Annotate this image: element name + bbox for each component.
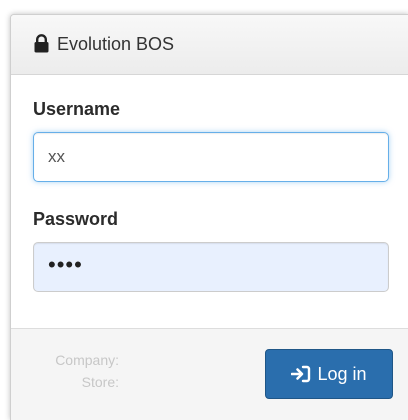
session-info: Company: Store: bbox=[33, 349, 119, 393]
login-button[interactable]: Log in bbox=[265, 349, 393, 399]
login-button-label: Log in bbox=[317, 363, 367, 384]
app-title: Evolution BOS bbox=[57, 34, 175, 54]
password-label: Password bbox=[33, 209, 119, 229]
username-input[interactable]: xx bbox=[33, 132, 389, 182]
store-label: Store: bbox=[81, 374, 119, 390]
username-label: Username bbox=[33, 99, 121, 119]
company-label: Company: bbox=[55, 352, 119, 368]
panel-heading: Evolution BOS bbox=[11, 15, 408, 75]
panel-footer: Company: Store: Log in bbox=[11, 328, 408, 420]
sign-in-icon bbox=[291, 365, 311, 383]
password-input[interactable]: •••• bbox=[33, 242, 389, 292]
login-panel: Evolution BOS Username xx Password •••• … bbox=[10, 14, 408, 420]
lock-icon bbox=[33, 34, 50, 53]
login-form: Username xx Password •••• bbox=[11, 75, 408, 292]
